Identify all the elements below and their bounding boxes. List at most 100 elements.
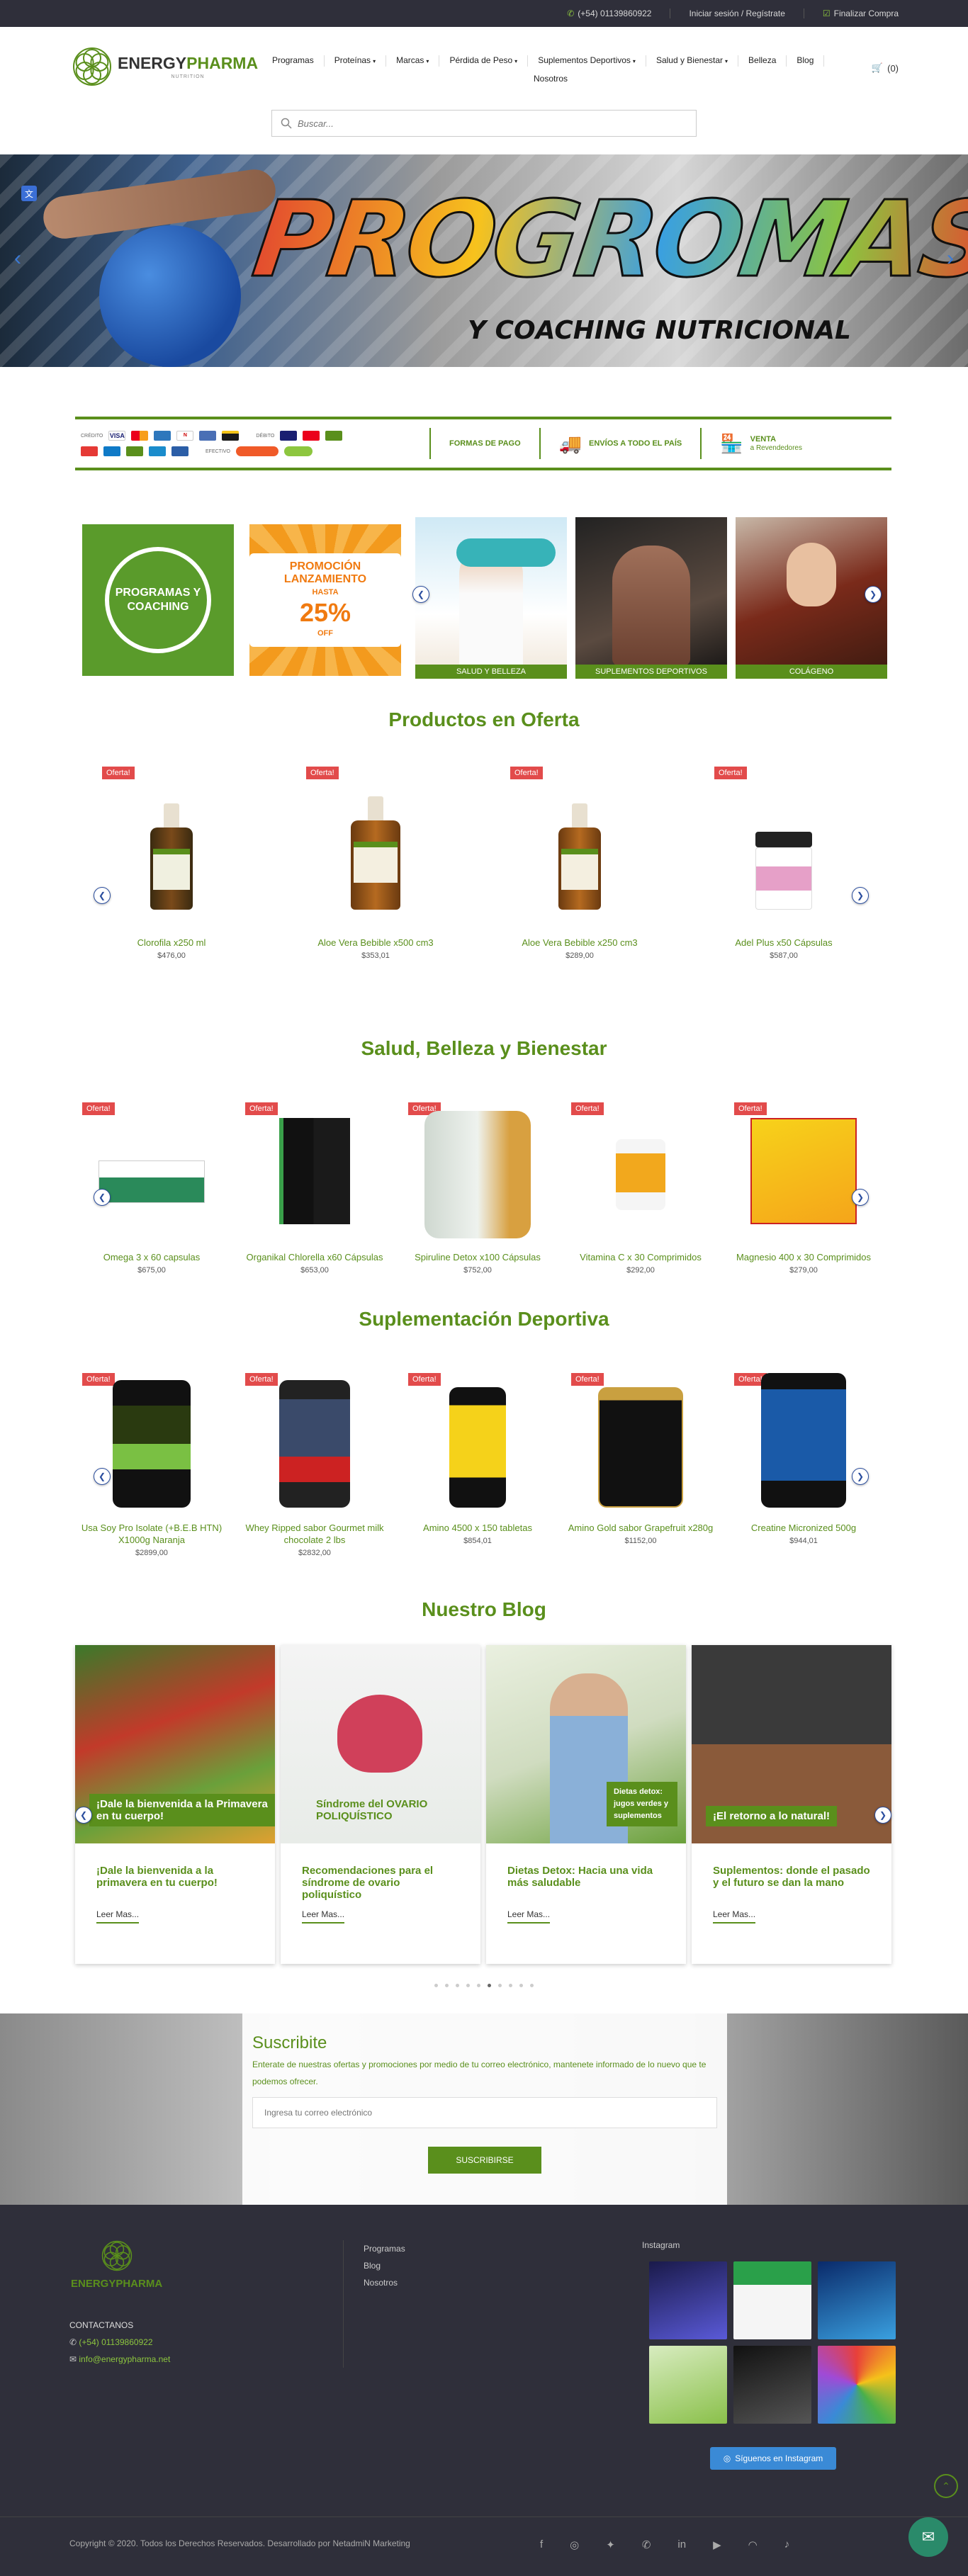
venta-revendedores[interactable]: 🏪 VENTA a Revendedores xyxy=(700,428,821,459)
chevron-right-icon[interactable]: ❯ xyxy=(852,887,869,904)
pagination-dot[interactable] xyxy=(466,1984,470,1987)
product-card[interactable]: Oferta! Adel Plus x50 Cápsulas $587,00 xyxy=(707,761,860,960)
product-card[interactable]: Oferta! Omega 3 x 60 capsulas $675,00 xyxy=(75,1097,228,1275)
product-name[interactable]: Usa Soy Pro Isolate (+B.E.B HTN) X1000g … xyxy=(75,1522,228,1546)
read-more-link[interactable]: Leer Mas... xyxy=(96,1909,140,1923)
instagram-post[interactable] xyxy=(818,2346,896,2424)
linkedin-icon[interactable]: in xyxy=(677,2538,686,2551)
cart-button[interactable]: 🛒 (0) xyxy=(872,62,899,74)
product-name[interactable]: Amino 4500 x 150 tabletas xyxy=(401,1522,554,1534)
nav-item-belleza[interactable]: Belleza xyxy=(738,55,787,67)
chevron-left-icon[interactable]: ❮ xyxy=(412,586,429,603)
product-card[interactable]: Oferta! Clorofila x250 ml $476,00 xyxy=(95,761,248,960)
blog-title[interactable]: Suplementos: donde el pasado y el futuro… xyxy=(692,1843,891,1909)
pagination-dot[interactable] xyxy=(477,1984,480,1987)
pagination-dot[interactable] xyxy=(434,1984,438,1987)
chevron-right-icon[interactable]: ❯ xyxy=(852,1468,869,1485)
footer-link-programas[interactable]: Programas xyxy=(364,2240,405,2257)
rss-icon[interactable]: ◠ xyxy=(748,2538,758,2551)
instagram-post[interactable] xyxy=(649,2346,727,2424)
footer-email[interactable]: ✉ info@energypharma.net xyxy=(69,2351,170,2368)
product-name[interactable]: Vitamina C x 30 Comprimidos xyxy=(564,1251,717,1263)
pagination-dot[interactable] xyxy=(519,1984,523,1987)
product-card[interactable]: Oferta! Whey Ripped sabor Gourmet milk c… xyxy=(238,1367,391,1557)
footer-phone[interactable]: ✆ (+54) 01139860922 xyxy=(69,2334,170,2351)
blog-title[interactable]: Recomendaciones para el síndrome de ovar… xyxy=(281,1843,480,1909)
search-input[interactable] xyxy=(298,118,696,129)
whatsapp-icon[interactable]: ✆ xyxy=(642,2538,651,2551)
pagination-dot-active[interactable] xyxy=(488,1984,491,1987)
pagination-dot[interactable] xyxy=(445,1984,449,1987)
instagram-post[interactable] xyxy=(818,2261,896,2339)
nav-item-blog[interactable]: Blog xyxy=(787,55,825,67)
product-card[interactable]: Oferta! Amino 4500 x 150 tabletas $854,0… xyxy=(401,1367,554,1545)
subscribe-button[interactable]: SUSCRIBIRSE xyxy=(428,2147,541,2174)
chevron-right-icon[interactable]: › xyxy=(947,247,954,271)
chevron-left-icon[interactable]: ❮ xyxy=(94,1468,111,1485)
instagram-post[interactable] xyxy=(733,2261,811,2339)
product-name[interactable]: Whey Ripped sabor Gourmet milk chocolate… xyxy=(238,1522,391,1546)
pagination-dot[interactable] xyxy=(530,1984,534,1987)
read-more-link[interactable]: Leer Mas... xyxy=(302,1909,345,1923)
chevron-left-icon[interactable]: ❮ xyxy=(94,887,111,904)
formas-de-pago[interactable]: FORMAS DE PAGO xyxy=(429,428,539,459)
product-name[interactable]: Magnesio 400 x 30 Comprimidos xyxy=(727,1251,880,1263)
category-programas[interactable]: PROGRAMAS Y COACHING xyxy=(82,524,234,676)
blog-title[interactable]: ¡Dale la bienvenida a la primavera en tu… xyxy=(75,1843,275,1909)
product-name[interactable]: Clorofila x250 ml xyxy=(95,937,248,949)
read-more-link[interactable]: Leer Mas... xyxy=(713,1909,756,1923)
chevron-right-icon[interactable]: ❯ xyxy=(865,586,882,603)
chevron-left-icon[interactable]: ❮ xyxy=(94,1189,111,1206)
product-card[interactable]: Oferta! Vitamina C x 30 Comprimidos $292… xyxy=(564,1097,717,1275)
chevron-right-icon[interactable]: ❯ xyxy=(874,1807,891,1824)
product-name[interactable]: Aloe Vera Bebible x250 cm3 xyxy=(503,937,656,949)
chat-button[interactable]: ✉ xyxy=(908,2517,948,2557)
youtube-icon[interactable]: ▶ xyxy=(713,2538,721,2551)
site-logo[interactable]: ENERGYPHARMA NUTRITION xyxy=(72,47,258,86)
chevron-left-icon[interactable]: ❮ xyxy=(75,1807,92,1824)
nav-item-suplementos-deportivos[interactable]: Suplementos Deportivos ▾ xyxy=(528,55,646,67)
twitter-icon[interactable]: ✦ xyxy=(606,2538,615,2551)
login-link[interactable]: Iniciar sesión / Regístrate xyxy=(689,9,784,18)
product-card[interactable]: Oferta! Organikal Chlorella x60 Cápsulas… xyxy=(238,1097,391,1275)
category-colageno[interactable]: COLÁGENO xyxy=(736,517,887,679)
chevron-left-icon[interactable]: ‹ xyxy=(14,247,21,271)
category-salud-belleza[interactable]: SALUD Y BELLEZA xyxy=(415,517,567,679)
email-input[interactable] xyxy=(252,2097,717,2128)
nav-item-programas[interactable]: Programas xyxy=(262,55,325,67)
facebook-icon[interactable]: f xyxy=(540,2538,543,2551)
footer-link-blog[interactable]: Blog xyxy=(364,2257,405,2274)
product-card[interactable]: Oferta! Creatine Micronized 500g $944,01 xyxy=(727,1367,880,1545)
pagination-dot[interactable] xyxy=(456,1984,459,1987)
hero-banner[interactable]: 文 PROGROMAS Y COACHING NUTRICIONAL ‹ › xyxy=(0,154,968,367)
category-suplementos-deportivos[interactable]: SUPLEMENTOS DEPORTIVOS xyxy=(575,517,727,679)
checkout-link[interactable]: ☑ Finalizar Compra xyxy=(823,9,899,18)
product-card[interactable]: Oferta! Aloe Vera Bebible x250 cm3 $289,… xyxy=(503,761,656,960)
product-name[interactable]: Amino Gold sabor Grapefruit x280g xyxy=(564,1522,717,1534)
nav-item-perdida-de-peso[interactable]: Pérdida de Peso ▾ xyxy=(439,55,529,67)
blog-card[interactable]: Síndrome del OVARIO POLIQUÍSTICO Recomen… xyxy=(281,1645,480,1964)
product-card[interactable]: Oferta! Magnesio 400 x 30 Comprimidos $2… xyxy=(727,1097,880,1275)
instagram-follow-button[interactable]: ◎ Síguenos en Instagram xyxy=(710,2447,836,2470)
product-card[interactable]: Oferta! Aloe Vera Bebible x500 cm3 $353,… xyxy=(299,761,452,960)
blog-card[interactable]: ¡El retorno a lo natural! Suplementos: d… xyxy=(692,1645,891,1964)
chevron-right-icon[interactable]: ❯ xyxy=(852,1189,869,1206)
microphone-icon[interactable]: ♪ xyxy=(784,2538,790,2551)
topbar-phone[interactable]: ✆ (+54) 01139860922 xyxy=(567,9,651,18)
blog-title[interactable]: Dietas Detox: Hacia una vida más saludab… xyxy=(486,1843,686,1909)
nav-item-proteinas[interactable]: Proteínas ▾ xyxy=(325,55,387,67)
scroll-to-top-button[interactable]: ⌃ xyxy=(934,2474,958,2498)
product-name[interactable]: Omega 3 x 60 capsulas xyxy=(75,1251,228,1263)
read-more-link[interactable]: Leer Mas... xyxy=(507,1909,551,1923)
category-promocion[interactable]: PROMOCIÓN LANZAMIENTO HASTA 25% OFF xyxy=(249,524,401,676)
pagination-dot[interactable] xyxy=(498,1984,502,1987)
product-card[interactable]: Oferta! Usa Soy Pro Isolate (+B.E.B HTN)… xyxy=(75,1367,228,1557)
blog-card[interactable]: ¡Dale la bienvenida a la Primavera en tu… xyxy=(75,1645,275,1964)
translate-icon[interactable]: 文 xyxy=(21,186,37,201)
pagination-dot[interactable] xyxy=(509,1984,512,1987)
product-name[interactable]: Organikal Chlorella x60 Cápsulas xyxy=(238,1251,391,1263)
nav-item-nosotros[interactable]: Nosotros xyxy=(524,74,578,84)
nav-item-marcas[interactable]: Marcas ▾ xyxy=(386,55,440,67)
nav-item-salud-y-bienestar[interactable]: Salud y Bienestar ▾ xyxy=(646,55,739,67)
product-card[interactable]: Oferta! Amino Gold sabor Grapefruit x280… xyxy=(564,1367,717,1545)
